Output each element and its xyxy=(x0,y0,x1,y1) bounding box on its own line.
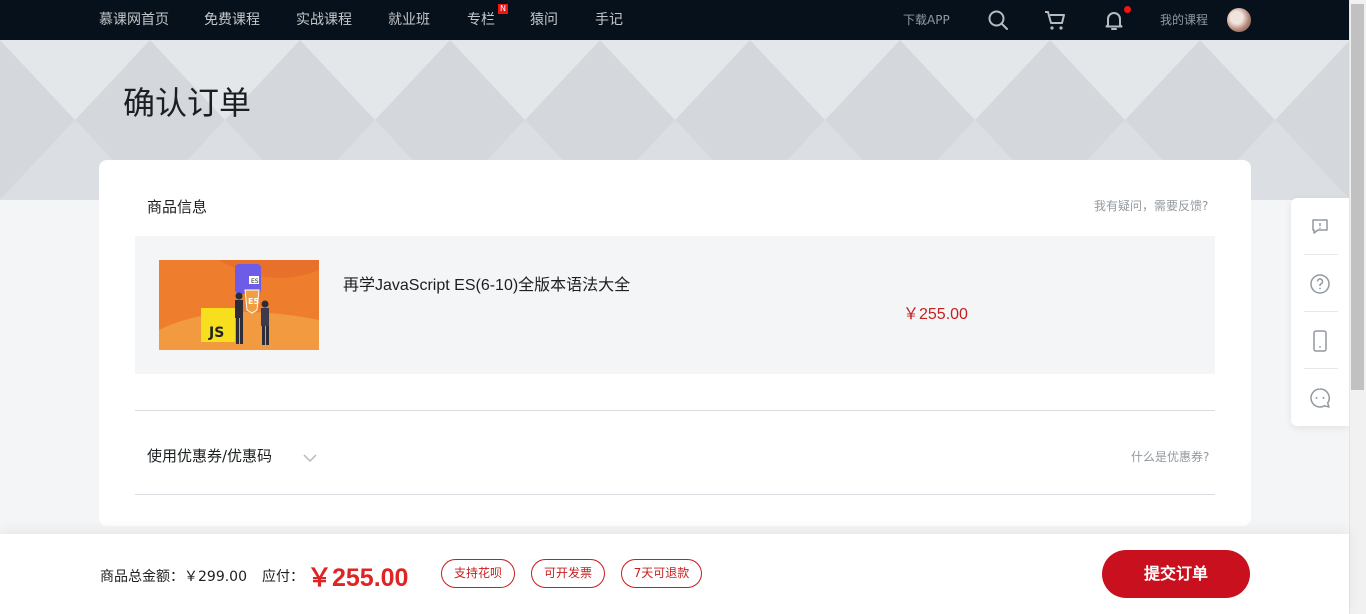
product-thumbnail[interactable]: ES E5 JS xyxy=(159,260,319,350)
nav-home[interactable]: 慕课网首页 xyxy=(99,0,169,40)
nav-job-class[interactable]: 就业班 xyxy=(388,0,430,40)
tag-invoice: 可开发票 xyxy=(531,559,605,588)
my-courses-link[interactable]: 我的课程 xyxy=(1160,0,1208,40)
download-app-link[interactable]: 下载APP xyxy=(903,0,950,40)
thumb-js-text: JS xyxy=(208,325,224,341)
product-name[interactable]: 再学JavaScript ES(6-10)全版本语法大全 xyxy=(343,271,630,295)
product-info-title: 商品信息 xyxy=(147,198,208,216)
nav-qa[interactable]: 猿问 xyxy=(530,0,558,40)
nav-free-courses[interactable]: 免费课程 xyxy=(204,0,260,40)
nav-practical-courses[interactable]: 实战课程 xyxy=(296,0,352,40)
total-amount: 商品总金额：￥299.00 xyxy=(100,569,247,585)
coupon-toggle-label[interactable]: 使用优惠券/优惠码 xyxy=(147,445,272,466)
thumb-es-text: ES xyxy=(251,278,259,285)
page-title: 确认订单 xyxy=(123,84,252,122)
side-toolbar xyxy=(1291,198,1349,426)
nav-column[interactable]: 专栏 xyxy=(467,0,495,40)
product-price: ￥255.00 xyxy=(903,306,968,323)
tag-huabei: 支持花呗 xyxy=(441,559,515,588)
feedback-icon[interactable] xyxy=(1291,198,1349,255)
scrollbar-thumb[interactable] xyxy=(1351,4,1364,390)
divider xyxy=(135,494,1215,495)
mobile-icon[interactable] xyxy=(1291,312,1349,369)
notification-dot xyxy=(1124,6,1131,13)
chat-icon[interactable] xyxy=(1291,369,1349,426)
help-icon[interactable] xyxy=(1291,255,1349,312)
cart-icon[interactable] xyxy=(1043,8,1067,32)
top-nav: 慕课网首页 免费课程 实战课程 就业班 专栏 N 猿问 手记 下载APP 我的课… xyxy=(0,0,1349,40)
coupon-help-link[interactable]: 什么是优惠券? xyxy=(1131,448,1209,465)
new-badge: N xyxy=(498,4,508,14)
search-icon[interactable] xyxy=(986,8,1010,32)
divider xyxy=(135,410,1215,411)
tag-refund: 7天可退款 xyxy=(621,559,702,588)
chevron-down-icon[interactable] xyxy=(302,449,318,463)
pay-amount: ￥255.00 xyxy=(307,564,409,592)
feedback-link[interactable]: 我有疑问，需要反馈? xyxy=(1094,197,1208,214)
avatar[interactable] xyxy=(1227,8,1251,32)
pay-label: 应付： xyxy=(262,569,304,585)
bell-icon[interactable] xyxy=(1102,8,1126,32)
thumb-e5-text: E5 xyxy=(248,297,259,306)
nav-notes[interactable]: 手记 xyxy=(595,0,623,40)
submit-order-button[interactable]: 提交订单 xyxy=(1102,550,1250,598)
